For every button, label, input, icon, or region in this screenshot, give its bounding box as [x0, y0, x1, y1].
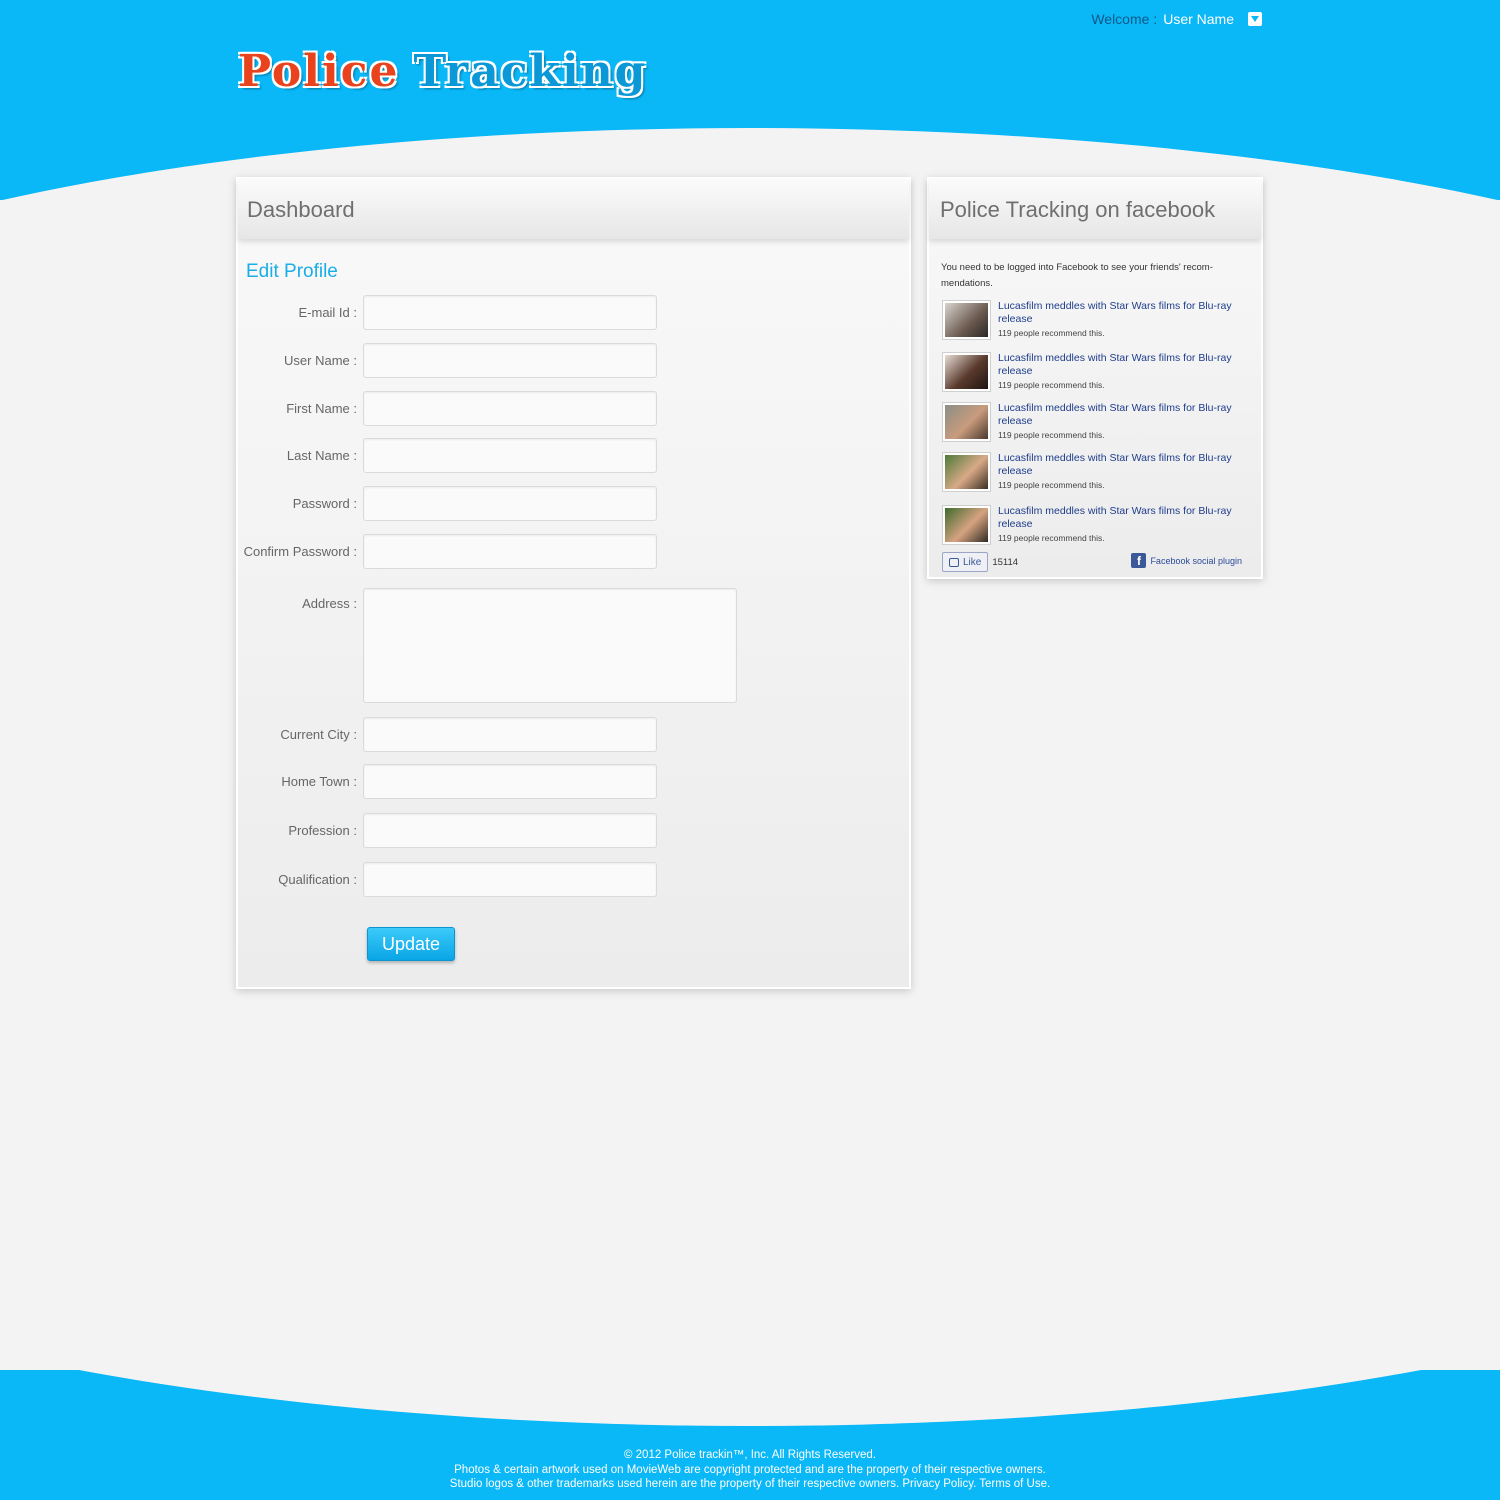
logo-word-tracking: Tracking	[413, 46, 648, 97]
recommendation-link[interactable]: Lucasfilm meddles with Star Wars films f…	[998, 352, 1248, 378]
address-field[interactable]	[363, 588, 737, 703]
profession-row: Profession :	[238, 813, 657, 848]
like-button[interactable]: Like	[942, 552, 989, 572]
recommendation-count: 119 people recommend this.	[998, 380, 1105, 390]
user-name[interactable]: User Name	[1163, 11, 1234, 27]
last-name-row: Last Name :	[238, 438, 657, 473]
section-title: Edit Profile	[246, 261, 338, 282]
email-label: E-mail Id :	[298, 305, 357, 320]
avatar[interactable]	[942, 352, 991, 392]
like-label: Like	[963, 556, 982, 568]
username-row: User Name :	[238, 343, 657, 378]
like-count: 15114	[992, 556, 1019, 568]
confirm-password-label: Confirm Password :	[243, 544, 357, 559]
recommendation-link[interactable]: Lucasfilm meddles with Star Wars films f…	[998, 300, 1248, 326]
facebook-panel: Police Tracking on facebook You need to …	[927, 177, 1263, 579]
trademark-notice: Studio logos & other trademarks used her…	[449, 1478, 1051, 1490]
email-field[interactable]	[363, 295, 657, 330]
recommendation-link[interactable]: Lucasfilm meddles with Star Wars films f…	[998, 452, 1248, 478]
list-item: Lucasfilm meddles with Star Wars films f…	[942, 505, 1248, 545]
confirm-password-field[interactable]	[363, 534, 657, 569]
username-field[interactable]	[363, 343, 657, 378]
password-row: Password :	[238, 486, 657, 521]
username-label: User Name :	[284, 353, 357, 368]
list-item: Lucasfilm meddles with Star Wars films f…	[942, 402, 1248, 442]
recommendation-count: 119 people recommend this.	[998, 533, 1105, 543]
list-item: Lucasfilm meddles with Star Wars films f…	[942, 300, 1248, 340]
first-name-row: First Name :	[238, 391, 657, 426]
photo-notice: Photos & certain artwork used on MovieWe…	[454, 1463, 1046, 1476]
last-name-field[interactable]	[363, 438, 657, 473]
home-town-field[interactable]	[363, 764, 657, 799]
profession-field[interactable]	[363, 813, 657, 848]
thumbs-up-icon	[949, 557, 959, 567]
profession-label: Profession :	[288, 823, 357, 838]
chevron-down-icon[interactable]	[1248, 12, 1262, 26]
facebook-panel-title: Police Tracking on facebook	[929, 179, 1261, 239]
recommendation-count: 119 people recommend this.	[998, 430, 1105, 440]
user-menu[interactable]: Welcome : User Name	[1091, 11, 1262, 27]
avatar[interactable]	[942, 402, 991, 442]
logo-word-police: Police	[238, 46, 400, 97]
recommendation-link[interactable]: Lucasfilm meddles with Star Wars films f…	[998, 505, 1248, 531]
copyright-text: © 2012 Police trackin™, Inc. All Rights …	[623, 1449, 876, 1461]
password-field[interactable]	[363, 486, 657, 521]
recommendation-link[interactable]: Lucasfilm meddles with Star Wars films f…	[998, 402, 1248, 428]
page-title: Dashboard	[238, 179, 909, 239]
current-city-row: Current City :	[238, 717, 657, 752]
dashboard-panel: Dashboard Edit Profile E-mail Id : User …	[236, 177, 911, 989]
list-item: Lucasfilm meddles with Star Wars films f…	[942, 352, 1248, 392]
logo[interactable]: Police Tracking	[238, 46, 647, 97]
recommendation-count: 119 people recommend this.	[998, 480, 1105, 490]
current-city-label: Current City :	[280, 727, 357, 742]
welcome-label: Welcome :	[1091, 11, 1158, 27]
avatar[interactable]	[942, 300, 991, 340]
qualification-row: Qualification :	[238, 862, 657, 897]
home-town-row: Home Town :	[238, 764, 657, 799]
email-row: E-mail Id :	[238, 295, 657, 330]
last-name-label: Last Name :	[286, 448, 357, 463]
footer-curve	[0, 1370, 1500, 1426]
update-button[interactable]: Update	[367, 927, 455, 961]
qualification-label: Qualification :	[278, 872, 357, 887]
address-row: Address :	[238, 588, 737, 703]
first-name-label: First Name :	[286, 401, 357, 416]
current-city-field[interactable]	[363, 717, 657, 752]
footer: © 2012 Police trackin™, Inc. All Rights …	[0, 1448, 1500, 1492]
home-town-label: Home Town :	[281, 774, 357, 789]
qualification-field[interactable]	[363, 862, 657, 897]
confirm-password-row: Confirm Password :	[238, 534, 657, 569]
first-name-field[interactable]	[363, 391, 657, 426]
list-item: Lucasfilm meddles with Star Wars films f…	[942, 452, 1248, 492]
facebook-social-plugin[interactable]: f Facebook social plugin	[1131, 553, 1242, 568]
avatar[interactable]	[942, 452, 991, 492]
address-label: Address :	[302, 596, 357, 611]
facebook-icon: f	[1131, 553, 1147, 568]
header-background	[0, 0, 1500, 200]
password-label: Password :	[292, 496, 357, 511]
facebook-login-note: You need to be logged into Facebook to s…	[941, 262, 1213, 289]
facebook-plugin-label: Facebook social plugin	[1150, 555, 1242, 566]
facebook-like: Like 15114	[942, 552, 1018, 572]
avatar[interactable]	[942, 505, 991, 545]
recommendation-count: 119 people recommend this.	[998, 328, 1105, 338]
